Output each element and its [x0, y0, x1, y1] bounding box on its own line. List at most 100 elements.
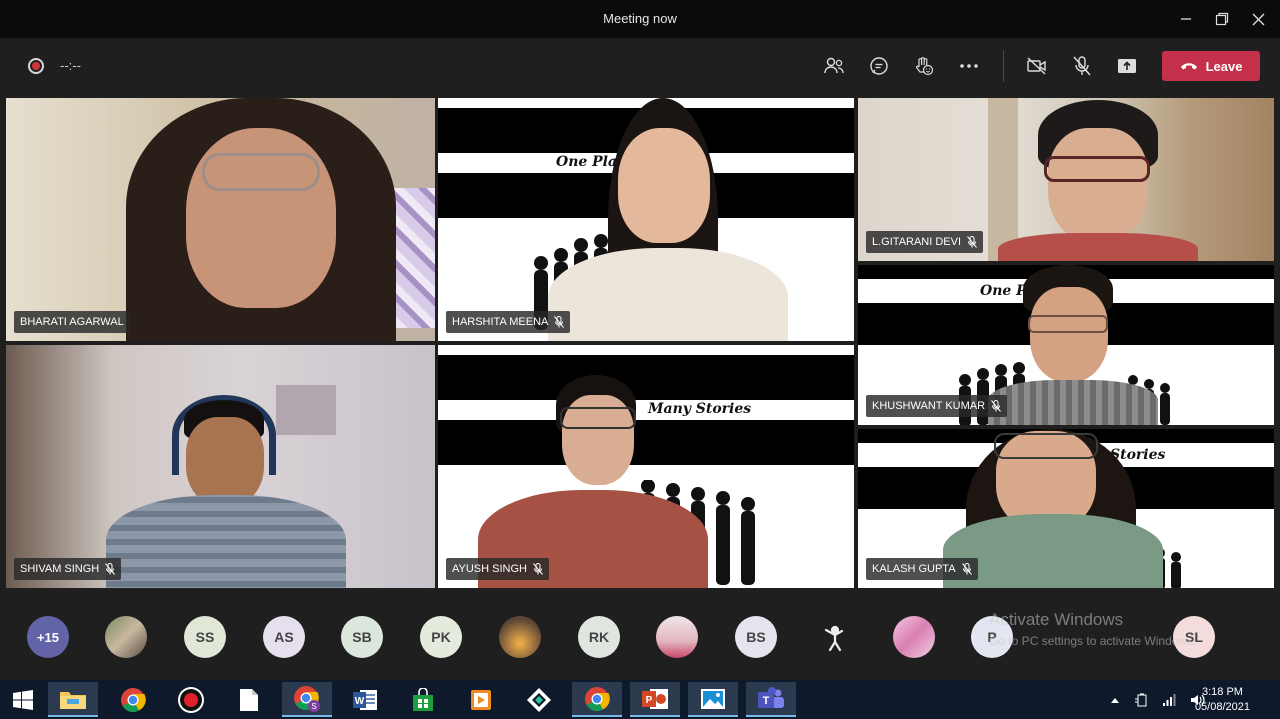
- participant-avatar-pk[interactable]: PK: [420, 616, 462, 658]
- share-screen-button[interactable]: [1113, 52, 1141, 80]
- close-icon: [1252, 13, 1264, 25]
- svg-text:P: P: [646, 695, 653, 706]
- participant-photo-avatar[interactable]: [499, 616, 541, 658]
- chat-button[interactable]: [865, 52, 893, 80]
- diamond-app-icon: [527, 687, 551, 712]
- video-player-icon: [471, 689, 491, 710]
- person-shirt: [998, 233, 1198, 261]
- store-bag-icon: [413, 687, 433, 711]
- chat-icon: [870, 57, 888, 75]
- taskbar-photos[interactable]: [688, 682, 738, 717]
- taskbar-filmora[interactable]: [514, 682, 564, 717]
- participant-avatar-ss[interactable]: SS: [184, 616, 226, 658]
- tile-name-label: KHUSHWANT KUMAR: [866, 395, 1008, 417]
- taskbar-file-explorer[interactable]: [48, 682, 98, 717]
- person-glasses: [560, 407, 636, 429]
- video-tile-ayush[interactable]: Many Stories AYUSH SINGH: [438, 345, 854, 588]
- taskbar-teams[interactable]: T: [746, 682, 796, 717]
- tile-name-label: SHIVAM SINGH: [14, 558, 122, 580]
- taskbar-document[interactable]: [224, 682, 274, 717]
- taskbar-screen-recorder[interactable]: [166, 682, 216, 717]
- video-tile-harshita[interactable]: One Plat Stories HARSHITA MEENA: [438, 98, 854, 341]
- participant-avatar-rk[interactable]: RK: [578, 616, 620, 658]
- meeting-toolbar: --:-- Leave: [0, 38, 1280, 94]
- dab-figure-icon: [824, 625, 844, 652]
- participant-photo-avatar[interactable]: [105, 616, 147, 658]
- meeting-timer: --:--: [60, 58, 81, 73]
- tile-name-label: HARSHITA MEENA: [446, 311, 571, 333]
- clock-date: 05/08/2021: [1194, 701, 1250, 713]
- camera-toggle-button[interactable]: [1023, 52, 1051, 80]
- word-icon: W: [353, 689, 377, 710]
- record-icon: [178, 686, 204, 713]
- taskbar-chrome-profile[interactable]: S: [282, 682, 332, 717]
- leave-button[interactable]: Leave: [1162, 51, 1260, 81]
- toolbar-divider: [1003, 50, 1004, 82]
- participant-photo-avatar[interactable]: [893, 616, 935, 658]
- person-glasses: [1028, 315, 1108, 333]
- svg-text:S: S: [311, 702, 316, 711]
- svg-text:T: T: [763, 695, 770, 707]
- tile-name-label: KALASH GUPTA: [866, 558, 978, 580]
- person-face: [1048, 128, 1148, 243]
- wall-poster: [276, 385, 336, 435]
- windows-logo-icon: [13, 689, 33, 710]
- mic-toggle-button[interactable]: [1068, 52, 1096, 80]
- powerpoint-icon: P: [642, 688, 668, 709]
- person-face: [186, 417, 264, 507]
- taskbar-word[interactable]: W: [340, 682, 390, 717]
- window-title: Meeting now: [603, 11, 677, 26]
- participants-button[interactable]: [820, 52, 848, 80]
- more-participants-avatar[interactable]: +15: [27, 616, 69, 658]
- maximize-button[interactable]: [1204, 6, 1240, 32]
- taskbar-clock[interactable]: 3:18 PM 05/08/2021: [1195, 685, 1250, 715]
- reactions-button[interactable]: [910, 52, 938, 80]
- video-tile-bharati[interactable]: BHARATI AGARWAL: [6, 98, 435, 341]
- person-shirt: [988, 380, 1158, 425]
- taskbar-chrome[interactable]: [108, 682, 158, 717]
- tile-name-label: BHARATI AGARWAL: [14, 311, 130, 333]
- camera-off-icon: [1027, 57, 1046, 75]
- show-hidden-icons-icon[interactable]: [1110, 696, 1120, 704]
- participant-photo-avatar[interactable]: [814, 616, 856, 658]
- taskbar-video-editor[interactable]: [456, 682, 506, 717]
- participant-avatar-bs[interactable]: BS: [735, 616, 777, 658]
- bg-script-text: Many Stories: [648, 401, 752, 417]
- network-signal-icon[interactable]: [1162, 694, 1176, 706]
- curtain: [988, 98, 1018, 261]
- mic-off-icon: [967, 236, 977, 248]
- activation-watermark-subtitle: Go to PC settings to activate Windows.: [989, 634, 1197, 648]
- person-shirt: [106, 495, 346, 588]
- taskbar-store[interactable]: [398, 682, 448, 717]
- leave-label: Leave: [1205, 58, 1243, 74]
- minimize-button[interactable]: [1168, 6, 1204, 32]
- close-button[interactable]: [1240, 6, 1276, 32]
- blank-document-icon: [240, 688, 258, 711]
- chrome-icon: [585, 686, 610, 711]
- taskbar-chrome-2[interactable]: [572, 682, 622, 717]
- minimize-icon: [1181, 18, 1191, 20]
- person-shirt: [548, 248, 788, 341]
- mic-off-icon: [105, 563, 116, 575]
- person-glasses: [1044, 156, 1150, 182]
- start-button[interactable]: [0, 682, 46, 717]
- taskbar-powerpoint[interactable]: P: [630, 682, 680, 717]
- battery-plug-icon[interactable]: [1134, 693, 1148, 707]
- participant-avatar-sb[interactable]: SB: [341, 616, 383, 658]
- raise-hand-icon: [916, 57, 934, 76]
- svg-text:W: W: [355, 696, 365, 707]
- tile-name-label: AYUSH SINGH: [446, 558, 549, 580]
- tile-name-label: L.GITARANI DEVI: [866, 231, 984, 253]
- video-tile-kalash[interactable]: Stories KALASH GUPTA: [858, 429, 1274, 588]
- video-tile-gitarani[interactable]: L.GITARANI DEVI: [858, 98, 1274, 261]
- participant-avatar-as[interactable]: AS: [263, 616, 305, 658]
- video-tile-khushwant[interactable]: One Pl Stories KHUSHWANT KUMAR: [858, 265, 1274, 425]
- person-face: [618, 128, 710, 243]
- hang-up-icon: [1180, 63, 1197, 70]
- teams-meeting-window: Meeting now --:-- Leave BHARATI AGARWAL …: [0, 0, 1280, 719]
- participant-strip: +15 SS AS SB PK RK BS P SL Activate Wind…: [0, 596, 1280, 680]
- participant-photo-avatar[interactable]: [656, 616, 698, 658]
- video-tile-shivam[interactable]: SHIVAM SINGH: [6, 345, 435, 588]
- more-options-button[interactable]: [955, 52, 983, 80]
- mic-off-icon: [961, 563, 972, 575]
